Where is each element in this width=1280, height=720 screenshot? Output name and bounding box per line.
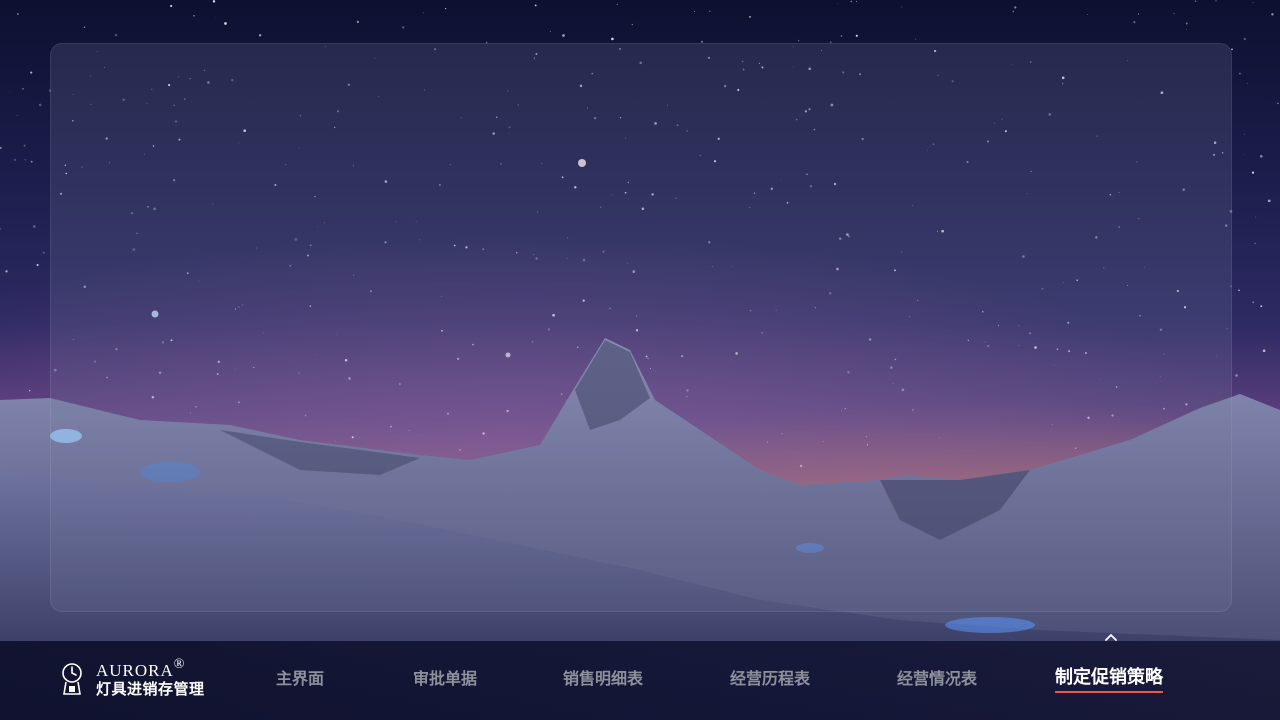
nav-item-home[interactable]: 主界面 xyxy=(276,665,324,695)
nav-item-business-history[interactable]: 经营历程表 xyxy=(730,665,810,695)
nav-item-label: 经营情况表 xyxy=(897,669,978,688)
nav-item-label: 制定促销策略 xyxy=(1055,667,1163,688)
nav-item-label: 销售明细表 xyxy=(563,669,644,688)
main-nav: 主界面 审批单据 销售明细表 经营历程表 经营情况表 制定促销策略 xyxy=(0,641,1280,720)
nav-item-sales-details[interactable]: 销售明细表 xyxy=(563,665,643,695)
nav-item-promotion-strategy[interactable]: 制定促销策略 xyxy=(1055,663,1163,693)
nav-item-business-status[interactable]: 经营情况表 xyxy=(897,665,977,695)
nav-item-label: 审批单据 xyxy=(413,669,478,688)
app-screen: AURORA® 灯具进销存管理 主界面 审批单据 销售明细表 经营历程表 经营情… xyxy=(0,0,1280,720)
nav-item-label: 经营历程表 xyxy=(730,669,811,688)
nav-item-label: 主界面 xyxy=(276,669,325,688)
nav-item-approve-documents[interactable]: 审批单据 xyxy=(413,665,477,695)
active-tab-underline xyxy=(1055,691,1163,693)
content-panel xyxy=(50,43,1232,612)
